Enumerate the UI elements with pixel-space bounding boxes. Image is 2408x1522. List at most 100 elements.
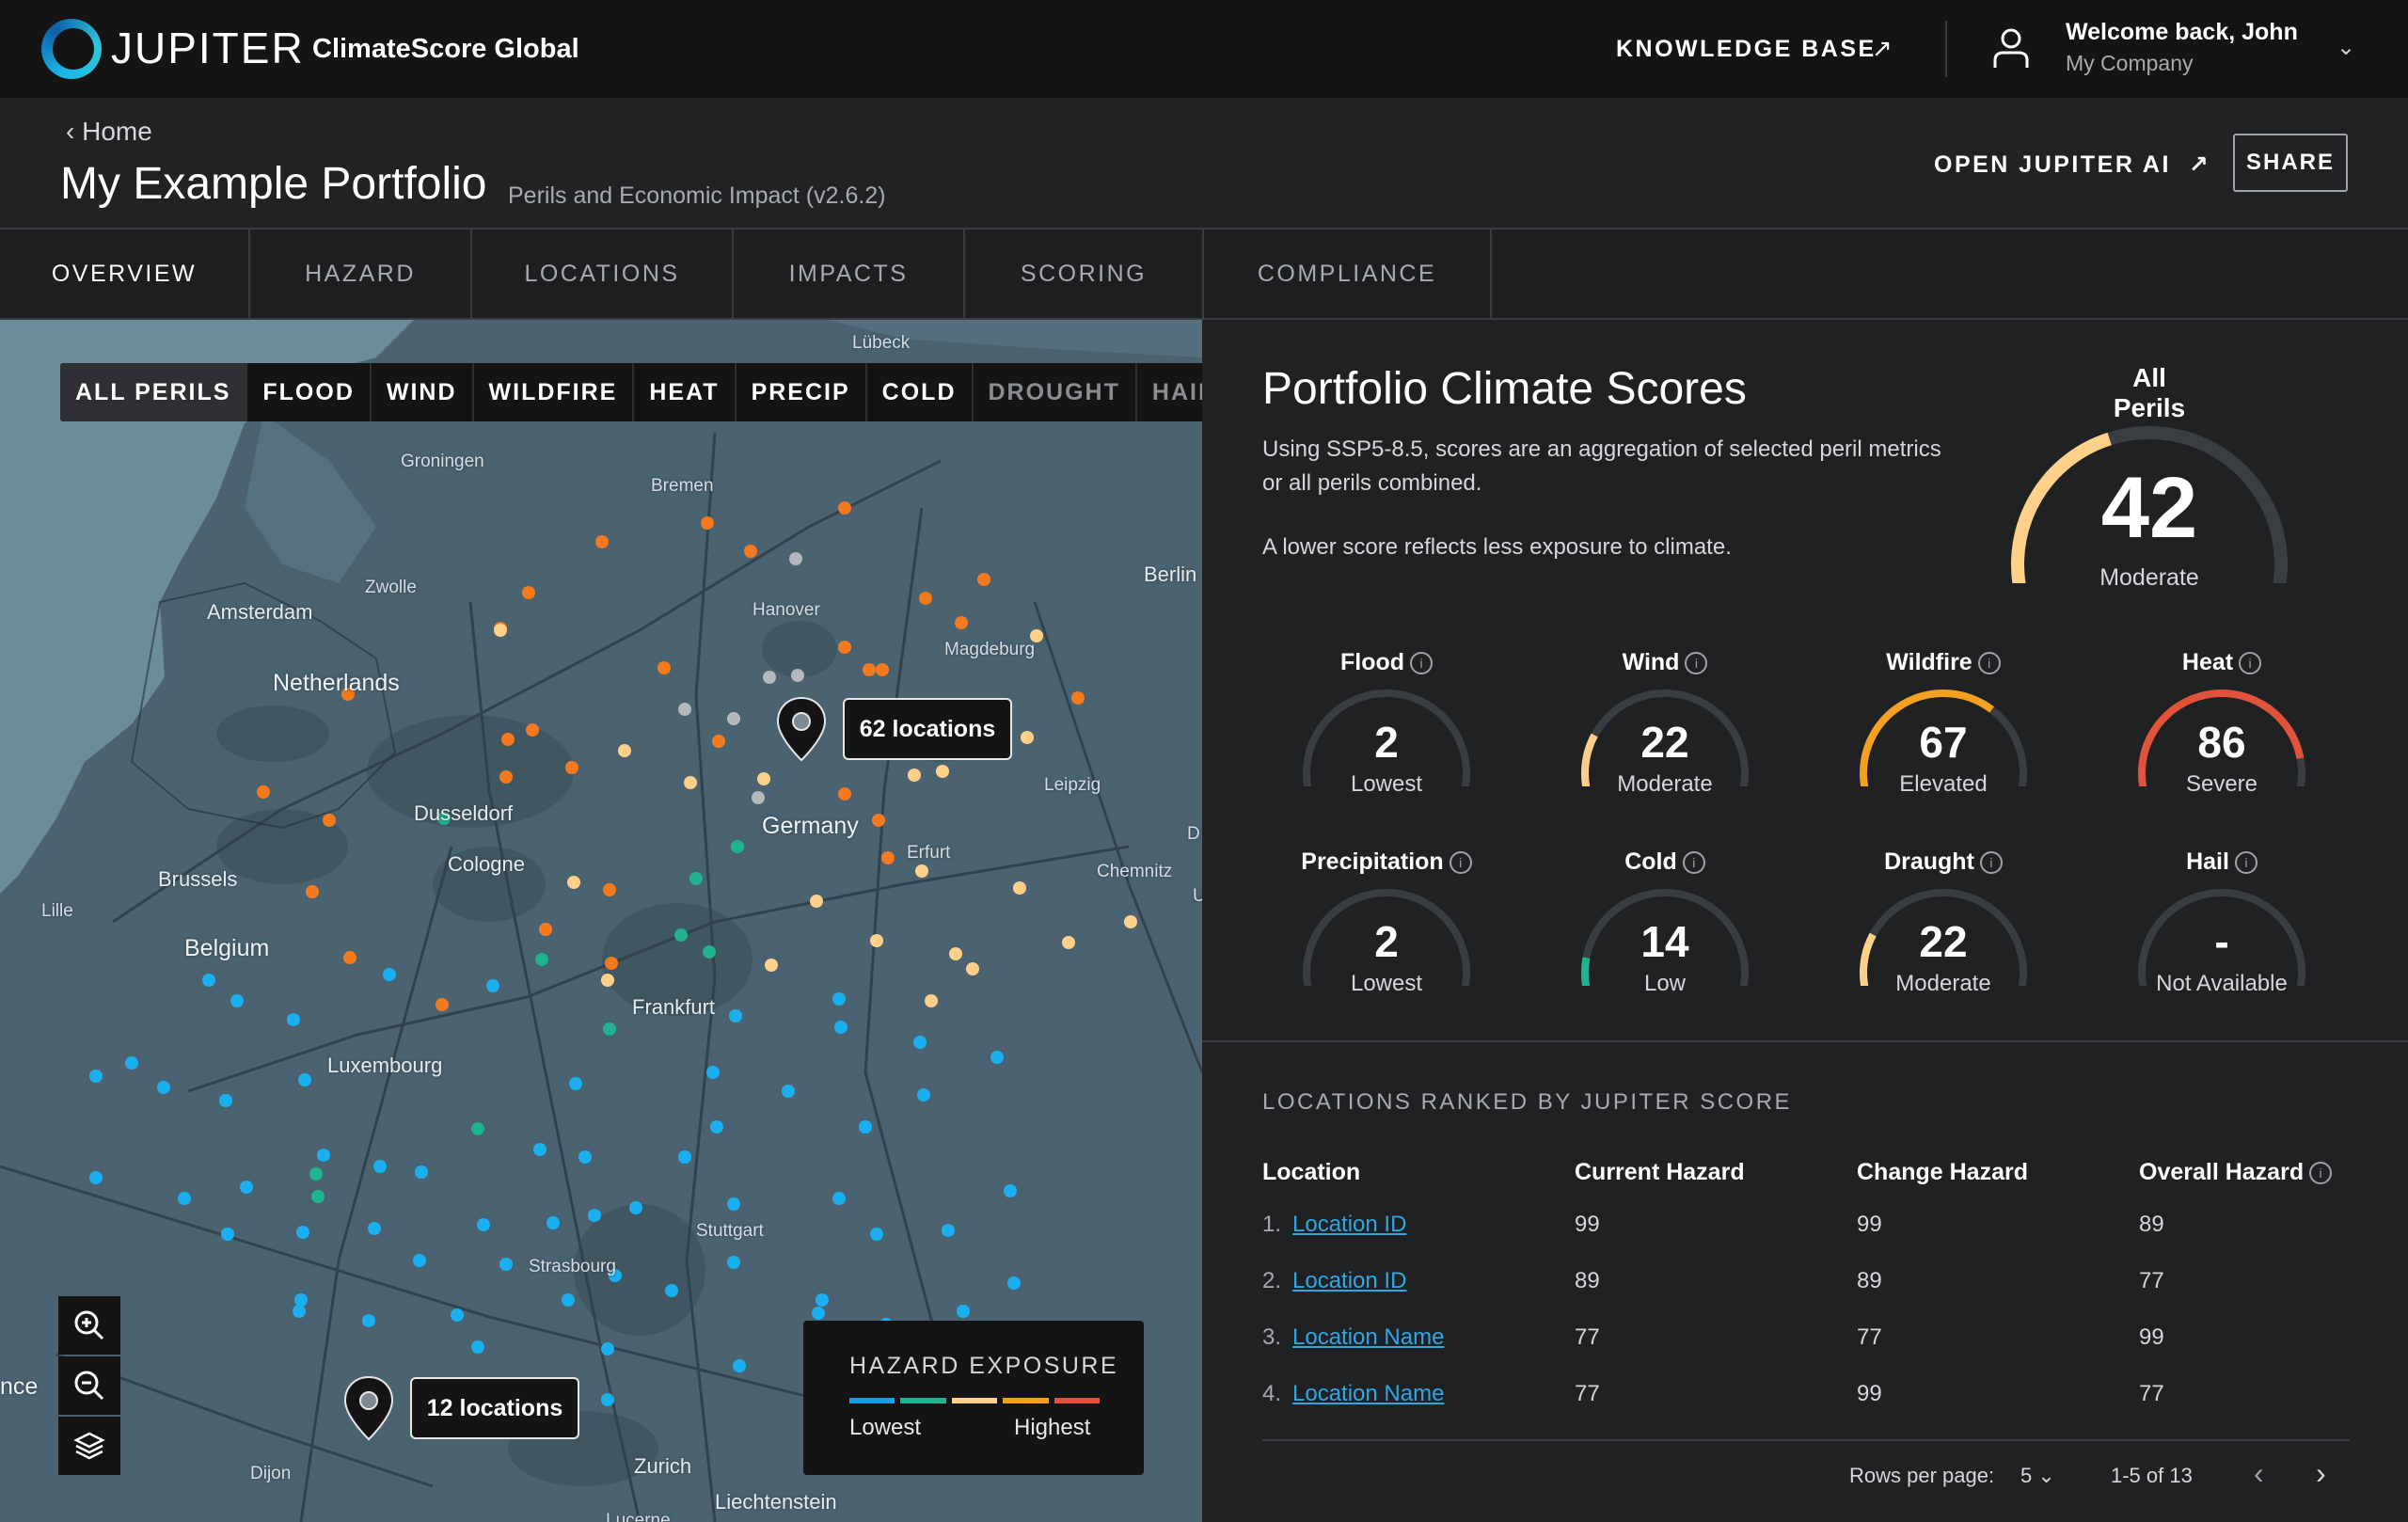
- knowledge-base-link[interactable]: KNOWLEDGE BASE: [1616, 36, 1877, 63]
- location-marker[interactable]: [343, 951, 356, 964]
- location-marker[interactable]: [533, 1143, 547, 1156]
- location-marker[interactable]: [763, 671, 776, 684]
- location-marker[interactable]: [578, 1150, 592, 1164]
- location-marker[interactable]: [383, 968, 396, 981]
- layers-button[interactable]: [58, 1417, 120, 1475]
- location-marker[interactable]: [311, 1190, 325, 1203]
- location-marker[interactable]: [603, 1023, 616, 1036]
- location-marker[interactable]: [89, 1070, 103, 1083]
- next-page-button[interactable]: ›: [2316, 1456, 2326, 1491]
- location-marker[interactable]: [501, 733, 515, 746]
- column-header-overall-hazard[interactable]: Overall Hazard i: [2139, 1159, 2333, 1186]
- filter-wildfire[interactable]: WILDFIRE: [474, 363, 635, 421]
- location-marker[interactable]: [309, 1167, 323, 1181]
- location-marker[interactable]: [678, 703, 691, 716]
- tab-compliance[interactable]: COMPLIANCE: [1204, 230, 1492, 318]
- location-marker[interactable]: [712, 735, 725, 748]
- location-marker[interactable]: [415, 1165, 428, 1179]
- location-marker[interactable]: [494, 624, 507, 637]
- location-marker[interactable]: [373, 1160, 387, 1173]
- location-marker[interactable]: [727, 1197, 740, 1211]
- location-marker[interactable]: [744, 545, 757, 558]
- info-icon[interactable]: i: [1685, 652, 1708, 675]
- location-marker[interactable]: [782, 1085, 795, 1098]
- location-marker[interactable]: [221, 1228, 234, 1241]
- location-marker[interactable]: [317, 1149, 330, 1162]
- location-marker[interactable]: [859, 1120, 872, 1134]
- tab-overview[interactable]: OVERVIEW: [0, 230, 250, 318]
- user-icon[interactable]: [1992, 26, 2030, 70]
- location-marker[interactable]: [1071, 691, 1085, 705]
- location-link[interactable]: Location Name: [1292, 1381, 1444, 1407]
- location-marker[interactable]: [588, 1209, 601, 1222]
- zoom-out-button[interactable]: [58, 1356, 120, 1415]
- location-marker[interactable]: [727, 712, 740, 725]
- location-marker[interactable]: [657, 661, 671, 674]
- location-marker[interactable]: [710, 1120, 723, 1134]
- location-marker[interactable]: [1007, 1276, 1021, 1290]
- cluster-label[interactable]: 12 locations: [410, 1377, 579, 1439]
- breadcrumb-home-link[interactable]: ‹ Home: [66, 117, 152, 147]
- location-marker[interactable]: [603, 883, 616, 896]
- zoom-in-button[interactable]: [58, 1296, 120, 1355]
- location-link[interactable]: Location Name: [1292, 1324, 1444, 1351]
- location-marker[interactable]: [202, 974, 215, 987]
- location-marker[interactable]: [257, 785, 270, 799]
- location-marker[interactable]: [703, 945, 716, 959]
- location-marker[interactable]: [125, 1056, 138, 1070]
- location-marker[interactable]: [1124, 915, 1137, 928]
- filter-wind[interactable]: WIND: [372, 363, 474, 421]
- location-marker[interactable]: [499, 770, 513, 784]
- location-marker[interactable]: [293, 1305, 306, 1318]
- location-marker[interactable]: [701, 516, 714, 530]
- filter-flood[interactable]: FLOOD: [247, 363, 372, 421]
- location-marker[interactable]: [966, 962, 979, 975]
- tab-scoring[interactable]: SCORING: [965, 230, 1204, 318]
- info-icon[interactable]: i: [2309, 1162, 2333, 1185]
- location-marker[interactable]: [731, 840, 744, 853]
- location-marker[interactable]: [601, 1393, 614, 1406]
- location-marker[interactable]: [486, 979, 499, 992]
- location-marker[interactable]: [733, 1359, 746, 1372]
- info-icon[interactable]: i: [2239, 652, 2262, 675]
- location-marker[interactable]: [834, 1021, 848, 1034]
- location-marker[interactable]: [230, 994, 244, 1007]
- cluster-label[interactable]: 62 locations: [843, 698, 1012, 760]
- location-marker[interactable]: [870, 934, 883, 947]
- location-marker[interactable]: [436, 998, 449, 1011]
- info-icon[interactable]: i: [1449, 851, 1472, 875]
- location-marker[interactable]: [1062, 936, 1075, 949]
- filter-precip[interactable]: PRECIP: [737, 363, 867, 421]
- column-header-current-hazard[interactable]: Current Hazard: [1575, 1159, 1745, 1186]
- chevron-down-icon[interactable]: ⌄: [2337, 34, 2355, 61]
- share-button[interactable]: SHARE: [2233, 134, 2348, 192]
- location-marker[interactable]: [595, 535, 609, 548]
- location-marker[interactable]: [674, 928, 688, 942]
- location-marker[interactable]: [178, 1192, 191, 1205]
- location-marker[interactable]: [955, 616, 968, 629]
- location-marker[interactable]: [838, 787, 851, 801]
- rows-per-page-select[interactable]: 5 ⌄: [2020, 1464, 2055, 1488]
- location-marker[interactable]: [306, 885, 319, 898]
- location-link[interactable]: Location ID: [1292, 1268, 1406, 1294]
- location-marker[interactable]: [838, 501, 851, 515]
- location-marker[interactable]: [618, 744, 631, 757]
- location-marker[interactable]: [287, 1013, 300, 1026]
- location-marker[interactable]: [765, 959, 778, 972]
- filter-cold[interactable]: COLD: [867, 363, 974, 421]
- tab-impacts[interactable]: IMPACTS: [734, 230, 965, 318]
- location-marker[interactable]: [816, 1293, 829, 1307]
- location-marker[interactable]: [791, 669, 804, 682]
- location-marker[interactable]: [832, 1192, 846, 1205]
- welcome-text[interactable]: Welcome back, John: [2066, 19, 2298, 46]
- location-link[interactable]: Location ID: [1292, 1212, 1406, 1238]
- location-marker[interactable]: [526, 723, 539, 737]
- location-marker[interactable]: [810, 895, 823, 908]
- location-marker[interactable]: [471, 1340, 484, 1354]
- previous-page-button[interactable]: ‹: [2254, 1456, 2264, 1491]
- location-marker[interactable]: [925, 994, 938, 1007]
- location-marker[interactable]: [601, 974, 614, 987]
- column-header-change-hazard[interactable]: Change Hazard: [1857, 1159, 2028, 1186]
- location-marker[interactable]: [913, 1036, 927, 1049]
- map-pin-icon[interactable]: [775, 696, 828, 762]
